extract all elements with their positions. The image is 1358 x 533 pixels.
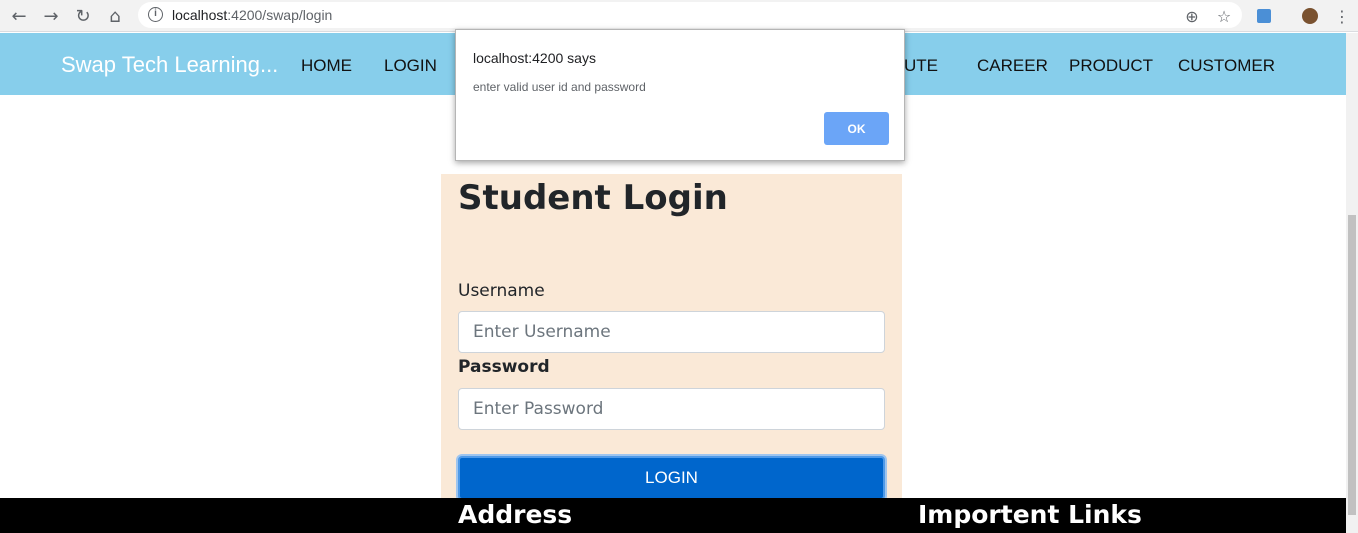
- login-button[interactable]: LOGIN: [458, 456, 885, 500]
- nav-product[interactable]: PRODUCT: [1069, 56, 1153, 76]
- alert-title: localhost:4200 says: [473, 50, 596, 66]
- site-info-icon[interactable]: i: [148, 7, 163, 22]
- extension-icon[interactable]: [1252, 4, 1276, 28]
- nav-route[interactable]: UTE: [904, 56, 938, 76]
- brand-link[interactable]: Swap Tech Learning...: [61, 52, 278, 78]
- reload-icon[interactable]: ↻: [71, 4, 95, 28]
- browser-toolbar: ← → ↻ ⌂ i localhost:4200/swap/login ⊕ ☆ …: [0, 0, 1358, 32]
- alert-ok-button[interactable]: OK: [824, 112, 889, 145]
- site-footer: Address Importent Links: [0, 498, 1346, 533]
- username-label: Username: [458, 281, 545, 301]
- bookmark-star-icon[interactable]: ☆: [1212, 4, 1236, 28]
- nav-career[interactable]: CAREER: [977, 56, 1048, 76]
- address-bar[interactable]: i localhost:4200/swap/login: [138, 2, 1242, 28]
- page-scrollbar[interactable]: [1346, 33, 1358, 533]
- alert-message: enter valid user id and password: [473, 80, 646, 94]
- zoom-icon[interactable]: ⊕: [1180, 4, 1204, 28]
- scrollbar-thumb[interactable]: [1348, 215, 1356, 515]
- password-label: Password: [458, 357, 550, 377]
- home-icon[interactable]: ⌂: [103, 4, 127, 28]
- footer-address-heading: Address: [458, 500, 573, 529]
- forward-icon[interactable]: →: [39, 4, 63, 28]
- profile-avatar[interactable]: [1298, 4, 1322, 28]
- footer-links-heading: Importent Links: [918, 500, 1142, 529]
- login-title: Student Login: [458, 178, 728, 218]
- nav-home[interactable]: HOME: [301, 56, 352, 76]
- nav-customer[interactable]: CUSTOMER: [1178, 56, 1275, 76]
- menu-kebab-icon[interactable]: ⋮: [1330, 4, 1354, 28]
- password-input[interactable]: [458, 388, 885, 430]
- nav-login[interactable]: LOGIN: [384, 56, 437, 76]
- alert-dialog: localhost:4200 says enter valid user id …: [455, 29, 905, 161]
- address-url[interactable]: localhost:4200/swap/login: [172, 7, 332, 23]
- username-input[interactable]: [458, 311, 885, 353]
- login-panel: Student Login Username Password LOGIN: [441, 174, 902, 504]
- back-icon[interactable]: ←: [7, 4, 31, 28]
